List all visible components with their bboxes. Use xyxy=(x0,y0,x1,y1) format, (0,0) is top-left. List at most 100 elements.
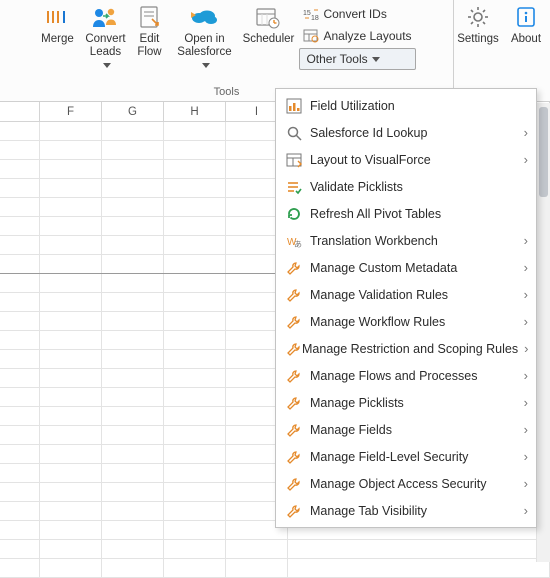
cell[interactable] xyxy=(102,540,164,558)
convert-leads-button[interactable]: Convert Leads xyxy=(81,0,129,73)
cell[interactable] xyxy=(102,255,164,273)
cell[interactable] xyxy=(0,160,40,178)
vertical-scrollbar[interactable] xyxy=(536,103,550,562)
cell[interactable] xyxy=(40,464,102,482)
column-header[interactable]: F xyxy=(40,102,102,121)
cell[interactable] xyxy=(102,236,164,254)
cell[interactable] xyxy=(102,426,164,444)
cell[interactable] xyxy=(0,502,40,520)
column-header-stub[interactable] xyxy=(0,102,40,121)
cell[interactable] xyxy=(40,483,102,501)
cell[interactable] xyxy=(40,540,102,558)
cell[interactable] xyxy=(0,521,40,539)
cell[interactable] xyxy=(40,388,102,406)
cell[interactable] xyxy=(0,236,40,254)
cell[interactable] xyxy=(102,369,164,387)
cell[interactable] xyxy=(164,502,226,520)
menu-item[interactable]: Field Utilization xyxy=(276,92,536,119)
cell[interactable] xyxy=(40,122,102,140)
menu-item[interactable]: Manage Restriction and Scoping Rules› xyxy=(276,335,536,362)
cell[interactable] xyxy=(288,540,550,558)
column-header[interactable]: H xyxy=(164,102,226,121)
cell[interactable] xyxy=(0,331,40,349)
menu-item[interactable]: Refresh All Pivot Tables xyxy=(276,200,536,227)
convert-ids-button[interactable]: 1518 Convert IDs xyxy=(299,3,415,25)
cell[interactable] xyxy=(40,350,102,368)
cell[interactable] xyxy=(0,369,40,387)
cell[interactable] xyxy=(0,388,40,406)
cell[interactable] xyxy=(164,407,226,425)
menu-item[interactable]: Layout to VisualForce› xyxy=(276,146,536,173)
cell[interactable] xyxy=(102,312,164,330)
cell[interactable] xyxy=(0,217,40,235)
cell[interactable] xyxy=(102,160,164,178)
cell[interactable] xyxy=(40,217,102,235)
cell[interactable] xyxy=(102,464,164,482)
cell[interactable] xyxy=(40,407,102,425)
cell[interactable] xyxy=(164,293,226,311)
cell[interactable] xyxy=(40,179,102,197)
menu-item[interactable]: Validate Picklists xyxy=(276,173,536,200)
cell[interactable] xyxy=(164,483,226,501)
cell[interactable] xyxy=(102,388,164,406)
cell[interactable] xyxy=(102,217,164,235)
settings-button[interactable]: Settings xyxy=(454,0,502,46)
cell[interactable] xyxy=(0,426,40,444)
cell[interactable] xyxy=(0,293,40,311)
cell[interactable] xyxy=(164,141,226,159)
cell[interactable] xyxy=(164,331,226,349)
cell[interactable] xyxy=(102,122,164,140)
cell[interactable] xyxy=(164,521,226,539)
cell[interactable] xyxy=(0,350,40,368)
cell[interactable] xyxy=(164,312,226,330)
cell[interactable] xyxy=(102,502,164,520)
menu-item[interactable]: WあTranslation Workbench› xyxy=(276,227,536,254)
cell[interactable] xyxy=(40,369,102,387)
scrollbar-thumb[interactable] xyxy=(539,107,548,197)
cell[interactable] xyxy=(0,483,40,501)
cell[interactable] xyxy=(40,141,102,159)
cell[interactable] xyxy=(40,293,102,311)
menu-item[interactable]: Salesforce Id Lookup› xyxy=(276,119,536,146)
cell[interactable] xyxy=(40,236,102,254)
cell[interactable] xyxy=(164,369,226,387)
cell[interactable] xyxy=(40,502,102,520)
cell[interactable] xyxy=(0,274,40,292)
cell[interactable] xyxy=(164,122,226,140)
cell[interactable] xyxy=(102,407,164,425)
about-button[interactable]: About xyxy=(502,0,550,46)
cell[interactable] xyxy=(102,350,164,368)
menu-item[interactable]: Manage Validation Rules› xyxy=(276,281,536,308)
cell[interactable] xyxy=(0,122,40,140)
open-in-salesforce-button[interactable]: Open in Salesforce xyxy=(169,0,239,73)
scheduler-button[interactable]: Scheduler xyxy=(239,0,297,46)
cell[interactable] xyxy=(102,445,164,463)
cell[interactable] xyxy=(40,198,102,216)
cell[interactable] xyxy=(164,255,226,273)
cell[interactable] xyxy=(102,483,164,501)
cell[interactable] xyxy=(40,160,102,178)
cell[interactable] xyxy=(164,236,226,254)
cell[interactable] xyxy=(102,521,164,539)
cell[interactable] xyxy=(40,312,102,330)
menu-item[interactable]: Manage Picklists› xyxy=(276,389,536,416)
cell[interactable] xyxy=(164,160,226,178)
cell[interactable] xyxy=(164,198,226,216)
cell[interactable] xyxy=(164,426,226,444)
cell[interactable] xyxy=(102,274,164,292)
cell[interactable] xyxy=(226,540,288,558)
cell[interactable] xyxy=(102,179,164,197)
cell[interactable] xyxy=(40,255,102,273)
menu-item[interactable]: Manage Flows and Processes› xyxy=(276,362,536,389)
analyze-layouts-button[interactable]: Analyze Layouts xyxy=(299,25,415,47)
cell[interactable] xyxy=(0,255,40,273)
cell[interactable] xyxy=(102,331,164,349)
cell[interactable] xyxy=(164,388,226,406)
cell[interactable] xyxy=(0,312,40,330)
menu-item[interactable]: Manage Workflow Rules› xyxy=(276,308,536,335)
cell[interactable] xyxy=(0,179,40,197)
menu-item[interactable]: Manage Object Access Security› xyxy=(276,470,536,497)
cell[interactable] xyxy=(102,293,164,311)
menu-item[interactable]: Manage Field-Level Security› xyxy=(276,443,536,470)
cell[interactable] xyxy=(164,179,226,197)
